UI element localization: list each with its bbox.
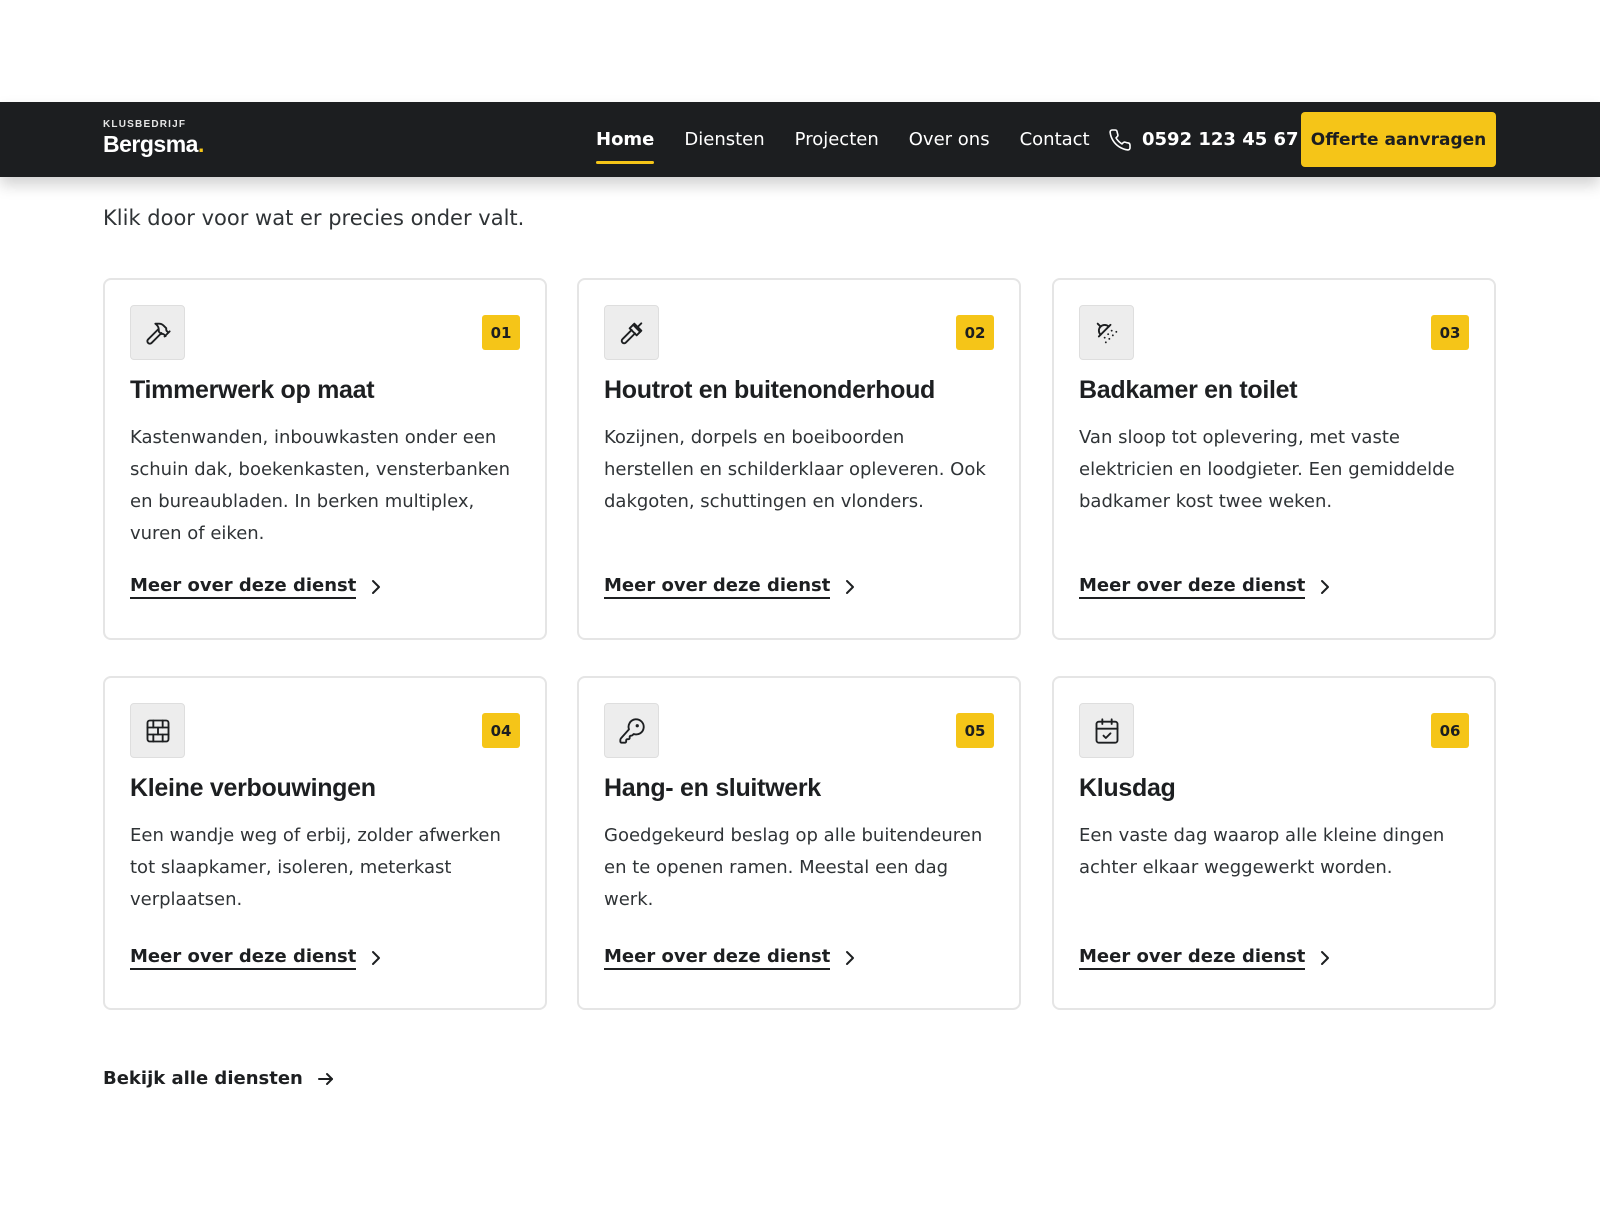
service-card[interactable]: 06 Klusdag Een vaste dag waarop alle kle… [1052,676,1496,1010]
service-description: Kastenwanden, inbouwkasten onder een sch… [130,427,510,544]
calendar-check-icon [1095,717,1118,744]
nav-item-diensten[interactable]: Diensten [684,102,764,177]
logo-kicker: KLUSBEDRIJF [103,119,187,130]
service-card[interactable]: 02 Houtrot en buitenonderhoud Kozijnen, … [577,278,1021,640]
service-number: 05 [956,713,994,748]
service-card[interactable]: 03 Badkamer en toilet Van sloop tot ople… [1052,278,1496,640]
service-more-label: Meer over deze dienst [1079,575,1306,599]
service-number: 01 [482,315,520,350]
service-more-link[interactable]: Meer over deze dienst [1079,946,1331,970]
service-description: Van sloop tot oplevering, met vaste elek… [1079,427,1455,512]
paintbrush-icon [620,321,642,344]
logo[interactable]: KLUSBEDRIJF Bergsma. [103,119,204,158]
nav-item-home[interactable]: Home [596,102,655,177]
service-number: 06 [1431,713,1469,748]
service-icon-box [604,305,659,360]
site-header: KLUSBEDRIJF Bergsma. Home Diensten Proje… [0,102,1600,177]
key-icon [618,717,645,744]
service-icon-box [130,305,185,360]
service-icon-box [1079,305,1134,360]
logo-name: Bergsma. [103,131,204,157]
service-title: Badkamer en toilet [1079,376,1298,404]
service-icon-box [604,703,659,758]
service-more-link[interactable]: Meer over deze dienst [604,575,856,599]
phone-link[interactable]: 0592 123 45 67 [1108,102,1299,177]
service-description: Kozijnen, dorpels en boeiboorden herstel… [604,427,986,512]
service-title: Timmerwerk op maat [130,376,375,404]
service-description: Goedgekeurd beslag op alle buitendeuren … [604,825,983,910]
section-subtitle: Klik door voor wat er precies onder valt… [103,206,525,230]
service-card[interactable]: 04 Kleine verbouwingen Een wandje weg of… [103,676,547,1010]
service-description: Een wandje weg of erbij, zolder afwerken… [130,825,501,910]
service-more-link[interactable]: Meer over deze dienst [604,946,856,970]
chevron-right-icon [846,951,855,965]
nav-item-projecten[interactable]: Projecten [795,102,879,177]
shower-icon [1096,322,1117,343]
chevron-right-icon [1321,951,1330,965]
service-description: Een vaste dag waarop alle kleine dingen … [1079,825,1445,878]
service-icon-box [130,703,185,758]
service-number: 02 [956,315,994,350]
service-card[interactable]: 01 Timmerwerk op maat Kastenwanden, inbo… [103,278,547,640]
phone-number: 0592 123 45 67 [1142,129,1299,150]
chevron-right-icon [372,951,381,965]
service-more-label: Meer over deze dienst [604,575,831,599]
service-title: Kleine verbouwingen [130,774,376,802]
service-more-link[interactable]: Meer over deze dienst [130,575,382,599]
service-title: Hang- en sluitwerk [604,774,821,802]
hammer-icon [146,322,171,344]
chevron-right-icon [372,580,381,594]
service-more-label: Meer over deze dienst [1079,946,1306,970]
service-icon-box [1079,703,1134,758]
quote-request-button[interactable]: Offerte aanvragen [1301,112,1496,167]
service-number: 04 [482,713,520,748]
service-card[interactable]: 05 Hang- en sluitwerk Goedgekeurd beslag… [577,676,1021,1010]
chevron-right-icon [846,580,855,594]
nav-item-over-ons[interactable]: Over ons [909,102,990,177]
service-more-label: Meer over deze dienst [604,946,831,970]
view-all-label: Bekijk alle diensten [103,1068,303,1089]
service-more-label: Meer over deze dienst [130,946,357,970]
service-title: Klusdag [1079,774,1176,802]
main-nav: Home Diensten Projecten Over ons Contact [596,102,1120,177]
service-title: Houtrot en buitenonderhoud [604,376,936,404]
brick-wall-icon [146,719,169,742]
chevron-right-icon [1321,580,1330,594]
arrow-right-icon [317,1072,333,1085]
nav-item-contact[interactable]: Contact [1020,102,1090,177]
service-more-link[interactable]: Meer over deze dienst [130,946,382,970]
service-more-label: Meer over deze dienst [130,575,357,599]
service-number: 03 [1431,315,1469,350]
view-all-services-link[interactable]: Bekijk alle diensten [103,1068,335,1089]
service-more-link[interactable]: Meer over deze dienst [1079,575,1331,599]
phone-icon [1109,128,1131,151]
